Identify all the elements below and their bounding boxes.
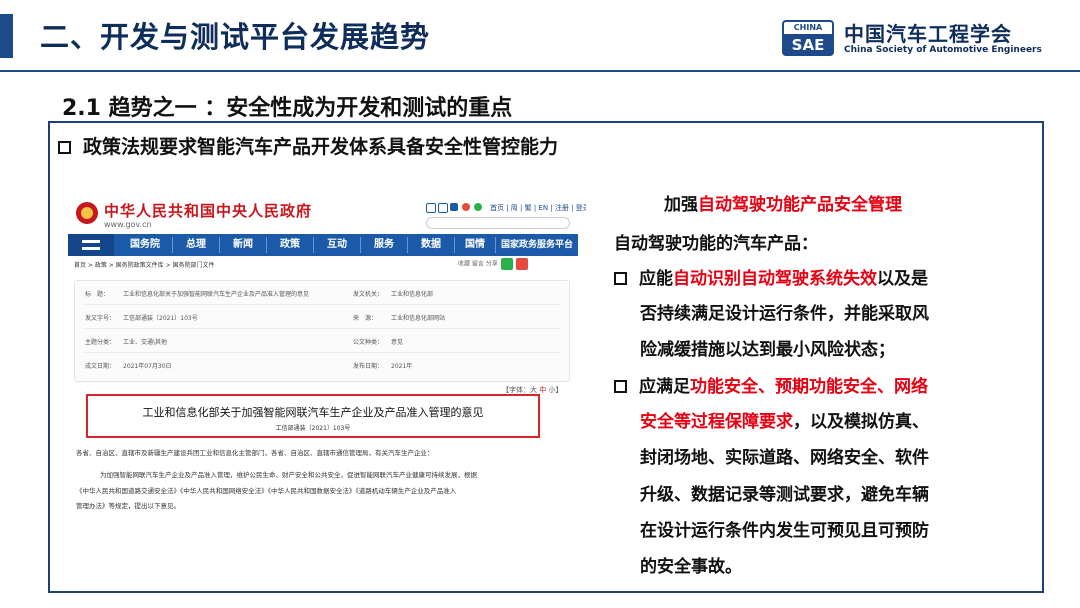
- gov-top-links[interactable]: 首页 | 简 | 繁 | EN | 注册 | 登录: [490, 203, 586, 213]
- right-heading-highlight: 自动驾驶功能产品安全管理: [698, 195, 902, 215]
- wechat-icon[interactable]: [474, 203, 482, 211]
- checkbox-square-icon: [614, 272, 627, 285]
- meta-label: 成文日期：: [85, 363, 116, 370]
- document-paragraph: 各省、自治区、直辖市及新疆生产建设兵团工业和信息化主管部门，各省、自治区、直辖市…: [76, 449, 434, 457]
- weibo-share-icon[interactable]: [515, 258, 528, 270]
- section-subtitle: 2.1 趋势之一 ：安全性成为开发和测试的重点: [62, 96, 513, 121]
- bullet-highlight: 功能安全、预期功能安全、网络: [690, 377, 928, 397]
- font-size-large[interactable]: 大: [530, 386, 537, 394]
- gov-site-name: 中华人民共和国中央人民政府: [104, 202, 313, 220]
- nav-item-guowuyuan[interactable]: 国务院: [118, 234, 172, 256]
- right-heading: 加强自动驾驶功能产品安全管理: [664, 190, 902, 215]
- page-title: 二、开发与测试平台发展趋势: [40, 20, 431, 54]
- document-title: 工业和信息化部关于加强智能网联汽车生产企业及产品准入管理的意见: [142, 406, 484, 419]
- gov-nav-bar: 国务院 总理 新闻 政策 互动 服务 数据 国情 国家政务服务平台: [68, 234, 578, 256]
- bullet-2-line-3: 封闭场地、实际道路、网络安全、软件: [640, 448, 929, 468]
- logo-name-cn: 中国汽车工程学会: [844, 22, 1012, 46]
- section-heading-text: 政策法规要求智能汽车产品开发体系具备安全性管控能力: [83, 136, 559, 158]
- font-size-end: 】: [555, 386, 563, 394]
- gov-website-screenshot: 中华人民共和国中央人民政府 www.gov.cn 首页 | 简 | 繁 | EN…: [60, 180, 586, 515]
- meta-value: 意见: [391, 339, 404, 346]
- meta-value: 工信部通装〔2021〕103号: [123, 315, 198, 322]
- wechat-share-icon[interactable]: [500, 258, 513, 270]
- header-divider: [0, 70, 1080, 72]
- bullet-2-line-4: 升级、数据记录等测试要求，避免车辆: [640, 485, 929, 505]
- meta-row: 成文日期： 2021年07月30日 发布日期： 2021年: [83, 353, 561, 376]
- bullet-1-line-3: 险减缓措施以达到最小风险状态；: [640, 340, 895, 360]
- document-number: 工信部通装〔2021〕103号: [275, 425, 351, 432]
- nav-item-zhengce[interactable]: 政策: [267, 234, 313, 256]
- share-tools-text[interactable]: 收藏 留言 分享: [458, 261, 498, 268]
- nav-item-shuju[interactable]: 数据: [408, 234, 454, 256]
- bullet-1-line-1: 应能自动识别自动驾驶系统失效以及是: [614, 264, 928, 289]
- meta-row: 发文字号： 工信部通装〔2021〕103号 来 源： 工业和信息化部网站: [83, 305, 561, 329]
- nav-item-zhengwu-platform[interactable]: 国家政务服务平台: [496, 234, 578, 256]
- sae-logo: CHINA SAE 中国汽车工程学会 China Society of Auto…: [782, 18, 1072, 62]
- mobile-icon[interactable]: [450, 203, 458, 211]
- bullet-2-line-6: 的安全事故。: [640, 557, 742, 577]
- meta-label: 发文机关：: [353, 291, 384, 298]
- gov-home-icon[interactable]: [68, 234, 114, 256]
- bullet-text: ，以及模拟仿真、: [793, 412, 929, 432]
- logo-name-en: China Society of Automotive Engineers: [844, 45, 1042, 55]
- gov-search-input[interactable]: [426, 217, 570, 229]
- bullet-2-line-2: 安全等过程保障要求，以及模拟仿真、: [640, 407, 929, 432]
- meta-label: 来 源：: [353, 315, 378, 322]
- national-emblem-icon: [76, 202, 98, 224]
- gov-share-tools: 收藏 留言 分享: [458, 258, 528, 272]
- meta-label: 公文种类：: [353, 339, 384, 346]
- bullet-2-line-5: 在设计运行条件内发生可预见且可预防: [640, 521, 929, 541]
- bullet-text: 应满足: [639, 377, 690, 397]
- nav-item-guoqing[interactable]: 国情: [455, 234, 495, 256]
- meta-value: 工业和信息化部: [391, 291, 434, 298]
- bullet-text: 应能: [639, 269, 673, 289]
- meta-value: 工业和信息化部网站: [391, 315, 446, 322]
- meta-row: 标 题： 工业和信息化部关于加强智能网联汽车生产企业及产品准入管理的意见 发文机…: [83, 281, 561, 305]
- bullet-highlight: 自动识别自动驾驶系统失效: [673, 269, 877, 289]
- meta-value: 2021年07月30日: [123, 363, 172, 370]
- meta-label: 发布日期：: [353, 363, 384, 370]
- sae-badge-icon: CHINA SAE: [782, 20, 834, 56]
- checkbox-square-icon: [58, 141, 71, 154]
- slide: 二、开发与测试平台发展趋势 CHINA SAE 中国汽车工程学会 China S…: [0, 0, 1080, 608]
- logo-badge-top: CHINA: [784, 22, 832, 36]
- right-heading-prefix: 加强: [664, 195, 698, 215]
- meta-value: 工业和信息化部关于加强智能网联汽车生产企业及产品准入管理的意见: [123, 291, 310, 298]
- meta-label: 发文字号：: [85, 315, 116, 322]
- nav-item-fuwu[interactable]: 服务: [361, 234, 407, 256]
- meta-label: 主题分类：: [85, 339, 116, 346]
- gov-site-url: www.gov.cn: [104, 220, 152, 229]
- weibo-icon[interactable]: [462, 203, 470, 211]
- mail-icon[interactable]: [426, 203, 436, 213]
- bullet-text: 以及是: [877, 269, 928, 289]
- phone-icon[interactable]: [438, 203, 448, 213]
- document-paragraph: 《中华人民共和国道路交通安全法》《中华人民共和国网络安全法》《中华人民共和国数据…: [76, 487, 457, 495]
- nav-item-xinwen[interactable]: 新闻: [220, 234, 266, 256]
- document-title-highlight: 工业和信息化部关于加强智能网联汽车生产企业及产品准入管理的意见 工信部通装〔20…: [86, 394, 540, 438]
- font-size-label: 【字体：: [502, 386, 530, 394]
- document-meta-card: 标 题： 工业和信息化部关于加强智能网联汽车生产企业及产品准入管理的意见 发文机…: [74, 280, 570, 382]
- bullet-highlight: 安全等过程保障要求: [640, 412, 793, 432]
- breadcrumb[interactable]: 首页 > 政策 > 国务院政策文件库 > 国务院部门文件: [74, 260, 215, 269]
- nav-item-zongli[interactable]: 总理: [173, 234, 219, 256]
- meta-value: 工业、交通\其他: [123, 339, 168, 346]
- accent-bar: [0, 14, 13, 58]
- bullet-2-line-1: 应满足功能安全、预期功能安全、网络: [614, 372, 928, 397]
- nav-item-hudong[interactable]: 互动: [314, 234, 360, 256]
- document-paragraph: 管理办法》等规定，提出以下意见。: [76, 502, 180, 510]
- bullet-1-line-2: 否持续满足设计运行条件，并能采取风: [640, 304, 929, 324]
- right-intro: 自动驾驶功能的汽车产品：: [614, 234, 818, 254]
- document-paragraph: 为加强智能网联汽车生产企业及产品准入管理，维护公民生命、财产安全和公共安全，促进…: [100, 471, 477, 479]
- font-size-medium[interactable]: 中: [539, 386, 546, 394]
- checkbox-square-icon: [614, 380, 627, 393]
- meta-value: 2021年: [391, 363, 413, 370]
- section-heading: 政策法规要求智能汽车产品开发体系具备安全性管控能力: [58, 132, 558, 159]
- logo-badge-bottom: SAE: [784, 36, 832, 54]
- meta-label: 标 题：: [85, 291, 110, 298]
- meta-row: 主题分类： 工业、交通\其他 公文种类： 意见: [83, 329, 561, 353]
